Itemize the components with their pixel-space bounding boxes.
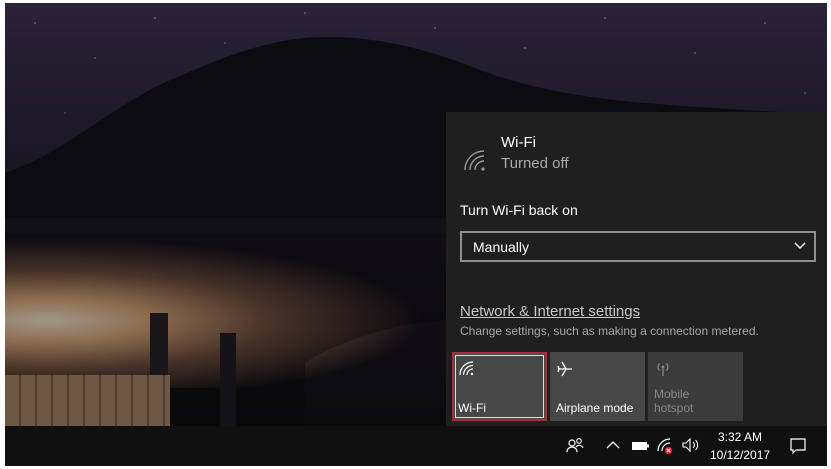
clock-date[interactable]: 10/12/2017 <box>710 448 770 462</box>
mobile-hotspot-tile-label: Mobile hotspot <box>654 387 694 415</box>
wifi-title: Wi-Fi <box>501 134 536 151</box>
wooden-pier <box>5 375 170 426</box>
airplane-icon <box>557 361 572 377</box>
mobile-hotspot-icon <box>657 363 669 376</box>
people-icon[interactable] <box>566 436 584 454</box>
network-disabled-icon[interactable] <box>656 437 674 455</box>
settings-description: Change settings, such as making a connec… <box>460 324 759 338</box>
wifi-quick-action[interactable]: Wi-Fi <box>452 352 547 421</box>
battery-icon[interactable] <box>631 440 651 452</box>
action-center-icon[interactable] <box>789 437 807 455</box>
turn-wifi-back-on-label: Turn Wi-Fi back on <box>460 202 578 218</box>
wifi-off-icon <box>464 150 485 171</box>
mobile-hotspot-quick-action[interactable]: Mobile hotspot <box>648 352 743 421</box>
airplane-mode-quick-action[interactable]: Airplane mode <box>550 352 645 421</box>
volume-icon[interactable] <box>681 437 701 453</box>
airplane-mode-tile-label: Airplane mode <box>556 401 634 415</box>
wifi-tile-label: Wi-Fi <box>458 401 486 415</box>
selected-option: Manually <box>473 239 530 255</box>
taskbar <box>5 426 827 466</box>
wifi-status: Turned off <box>501 155 569 172</box>
network-internet-settings-link[interactable]: Network & Internet settings <box>460 303 640 320</box>
turn-wifi-back-on-select[interactable]: Manually <box>460 231 816 262</box>
chevron-down-icon <box>794 242 806 249</box>
wifi-icon <box>459 361 474 376</box>
chevron-up-icon[interactable] <box>606 440 620 450</box>
clock-time[interactable]: 3:32 AM <box>718 430 762 444</box>
